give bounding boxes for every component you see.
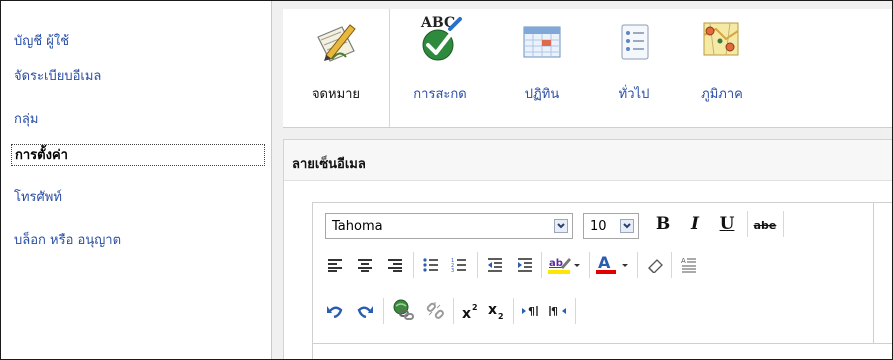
- svg-text:A: A: [681, 257, 686, 265]
- sidebar-item-email-rules[interactable]: จัดระเบียบอีเมล: [11, 66, 265, 88]
- italic-button[interactable]: I: [683, 212, 707, 236]
- indent-icon[interactable]: [513, 253, 537, 277]
- line-spacing-icon[interactable]: A: [677, 253, 701, 277]
- underline-button[interactable]: U: [715, 212, 739, 236]
- chevron-down-icon: [552, 216, 570, 236]
- ltr-direction-icon[interactable]: ¶: [519, 299, 543, 323]
- toolbar-separator: [637, 252, 638, 278]
- sidebar-item-groups[interactable]: กลุ่ม: [11, 109, 265, 131]
- panel-header: ลายเซ็นอีเมล: [284, 140, 892, 181]
- highlight-color-button[interactable]: ab: [547, 253, 581, 277]
- align-right-icon[interactable]: [383, 253, 407, 277]
- insert-link-icon[interactable]: [391, 298, 415, 322]
- align-left-icon[interactable]: [323, 253, 347, 277]
- svg-text:x: x: [462, 306, 471, 320]
- calendar-icon: [520, 21, 564, 64]
- tab-label: ทั่วไป: [618, 87, 650, 102]
- toolbar-separator: [453, 298, 454, 324]
- numbered-list-icon[interactable]: 123: [447, 253, 471, 277]
- outdent-icon[interactable]: [483, 253, 507, 277]
- font-color-label: A: [598, 254, 611, 272]
- svg-text:2: 2: [472, 303, 478, 312]
- tab-label: ปฏิทิน: [524, 87, 560, 102]
- abc-check-icon: ABC: [414, 11, 466, 66]
- toolbar-separator: [575, 298, 576, 324]
- tab-spelling[interactable]: ABC การสะกด: [395, 9, 485, 119]
- toolbar-separator: [477, 252, 478, 278]
- signature-editor: Tahoma 10 B I U abe 1 2 3 ab A A x 2 x 2…: [312, 202, 892, 359]
- tab-divider: [389, 9, 390, 127]
- editor-toolbar: Tahoma 10 B I U abe 1 2 3 ab A A x 2 x 2…: [313, 203, 874, 343]
- undo-icon[interactable]: [323, 299, 347, 323]
- superscript-icon[interactable]: x2: [459, 299, 483, 323]
- toolbar-separator: [589, 252, 590, 278]
- font-size-value: 10: [590, 219, 607, 234]
- toolbar-separator: [783, 211, 784, 237]
- sidebar-item-phone[interactable]: โทรศัพท์: [11, 187, 265, 209]
- sidebar-item-user-accounts[interactable]: บัญชี ผู้ใช้: [11, 31, 265, 53]
- remove-link-icon[interactable]: [423, 299, 447, 323]
- signature-text-area[interactable]: [313, 343, 892, 359]
- tab-calendar[interactable]: ปฏิทิน: [501, 9, 583, 119]
- highlight-label: ab: [549, 258, 563, 269]
- email-signature-panel: ลายเซ็นอีเมล Tahoma 10 B I U abe 1 2 3 a…: [283, 139, 892, 359]
- tab-region[interactable]: ภูมิภาค: [683, 9, 761, 119]
- font-family-value: Tahoma: [332, 219, 383, 234]
- bold-button[interactable]: B: [651, 212, 675, 236]
- subscript-icon[interactable]: x2: [485, 299, 509, 323]
- settings-window: บัญชี ผู้ใช้ จัดระเบียบอีเมล กลุ่ม การตั…: [0, 0, 893, 360]
- svg-text:3: 3: [451, 268, 454, 272]
- bullet-list-icon[interactable]: [419, 253, 443, 277]
- toolbar-separator: [671, 252, 672, 278]
- sidebar-item-block-allow[interactable]: บล็อก หรือ อนุญาต: [11, 230, 265, 252]
- strikethrough-button[interactable]: abe: [753, 213, 777, 237]
- tab-label: การสะกด: [413, 87, 467, 102]
- svg-text:¶: ¶: [551, 305, 558, 318]
- tab-mail[interactable]: จดหมาย: [283, 9, 389, 119]
- main-content: จดหมาย ABC การสะกด ปฏิทิน ทั่วไป ภูมิภาค…: [272, 1, 892, 359]
- toolbar-separator: [513, 298, 514, 324]
- sidebar-nav: บัญชี ผู้ใช้ จัดระเบียบอีเมล กลุ่ม การตั…: [1, 1, 271, 359]
- sidebar-item-settings[interactable]: การตั้งค่า: [11, 144, 265, 166]
- eraser-icon[interactable]: [643, 253, 667, 277]
- align-center-icon[interactable]: [353, 253, 377, 277]
- svg-text:x: x: [488, 302, 497, 318]
- settings-tab-bar: จดหมาย ABC การสะกด ปฏิทิน ทั่วไป ภูมิภาค: [283, 9, 892, 128]
- mail-pencil-icon: [312, 15, 360, 66]
- svg-text:2: 2: [498, 312, 504, 320]
- chevron-down-icon: [618, 216, 636, 236]
- toolbar-separator: [541, 252, 542, 278]
- toolbar-separator: [413, 252, 414, 278]
- svg-text:¶: ¶: [528, 305, 535, 318]
- toolbar-separator: [383, 298, 384, 324]
- tab-label: ภูมิภาค: [701, 87, 743, 102]
- rtl-direction-icon[interactable]: ¶: [545, 299, 569, 323]
- font-color-button[interactable]: A: [595, 253, 629, 277]
- redo-icon[interactable]: [353, 299, 377, 323]
- panel-title: ลายเซ็นอีเมล: [292, 157, 366, 172]
- toolbar-separator: [747, 211, 748, 237]
- font-family-select[interactable]: Tahoma: [325, 213, 573, 239]
- font-size-select[interactable]: 10: [583, 213, 639, 239]
- tab-label: จดหมาย: [311, 87, 361, 102]
- region-map-icon: [700, 17, 744, 66]
- tab-general[interactable]: ทั่วไป: [595, 9, 673, 119]
- general-list-icon: [614, 21, 654, 68]
